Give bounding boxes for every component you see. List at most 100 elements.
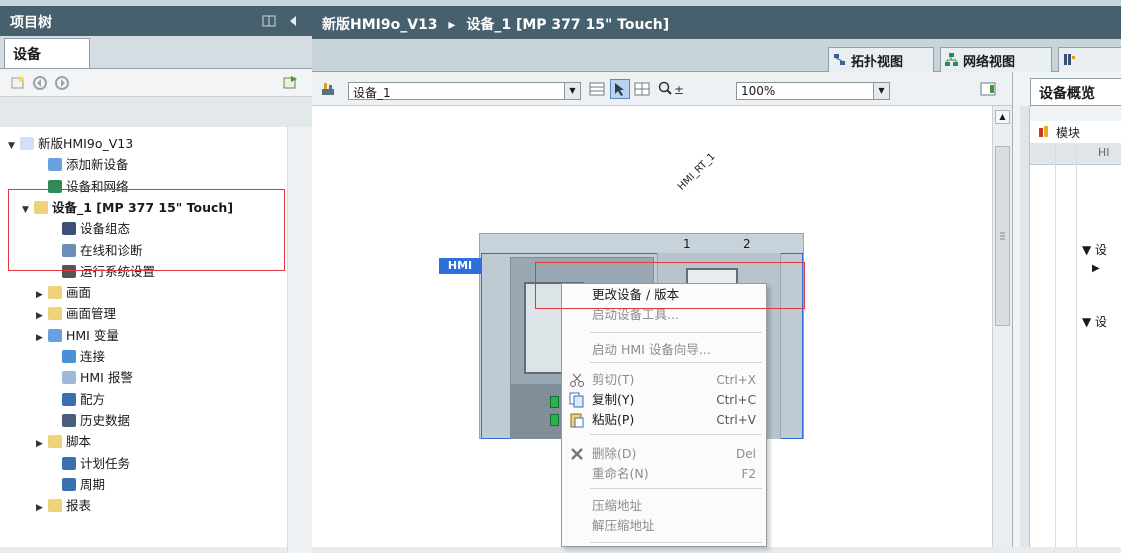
- menu-item[interactable]: 粘贴(P): [592, 410, 634, 430]
- module-icon: [1038, 125, 1052, 141]
- tree-item[interactable]: ▶ 脚本: [36, 431, 91, 452]
- overview-row[interactable]: ▼ 设: [1082, 313, 1107, 330]
- hmi-badge: HMI: [439, 258, 481, 274]
- zoom-value: 100%: [741, 84, 776, 98]
- menu-item[interactable]: 解压缩地址: [592, 516, 655, 536]
- scrollbar-thumb[interactable]: [995, 146, 1010, 326]
- tree-item[interactable]: ▶ 画面: [36, 282, 91, 303]
- menu-item[interactable]: 复制(Y): [592, 390, 634, 410]
- tree-item-label: 配方: [80, 391, 106, 407]
- tree-item[interactable]: 配方: [50, 389, 105, 410]
- tree-item-label: 新版HMI9o_V13: [38, 136, 134, 151]
- tab-device-overview[interactable]: 设备概览: [1030, 78, 1121, 106]
- overview-row[interactable]: ▶: [1092, 263, 1100, 274]
- zoom-icon[interactable]: ±: [658, 81, 688, 97]
- overview-row[interactable]: ▼ 设: [1082, 241, 1107, 258]
- tab-network-label: 网络视图: [963, 55, 1016, 70]
- tab-network-view[interactable]: 网络视图: [940, 47, 1052, 72]
- tree-item[interactable]: 连接: [50, 346, 105, 367]
- history-icon: [62, 413, 76, 427]
- ethernet-port[interactable]: [550, 396, 559, 408]
- screen-management-icon: [48, 307, 62, 321]
- tree-item-label: 计划任务: [80, 455, 131, 471]
- zoom-combo[interactable]: 100% ▼: [736, 82, 890, 100]
- cut-icon: [569, 372, 585, 388]
- tab-device-view[interactable]: [1058, 47, 1121, 72]
- chevron-left-icon[interactable]: [288, 15, 302, 27]
- slot-number-1: 1: [683, 237, 691, 251]
- collapsed-arrow-icon[interactable]: ▶: [36, 328, 48, 349]
- tab-devices[interactable]: 设备: [4, 38, 90, 68]
- breadcrumb-separator: ▸: [448, 17, 456, 33]
- report-icon: [48, 499, 62, 513]
- table-view-icon[interactable]: [589, 81, 605, 97]
- collapse-panel-icon[interactable]: [262, 15, 276, 27]
- tree-item[interactable]: ▼ 新版HMI9o_V13: [8, 133, 133, 154]
- menu-separator: [590, 542, 762, 543]
- tree-side-column: [287, 127, 312, 553]
- project-tree-title: 项目树: [10, 15, 52, 31]
- device-combo[interactable]: 设备_1 ▼: [348, 82, 581, 100]
- recipe-icon: [62, 392, 76, 406]
- collapsed-arrow-icon[interactable]: ▶: [36, 498, 48, 519]
- device-select-icon[interactable]: [320, 81, 336, 97]
- menu-shortcut: Ctrl+C: [716, 393, 756, 407]
- network-view-icon: [945, 53, 958, 66]
- tree-item[interactable]: 周期: [50, 474, 105, 495]
- overview-column-divider: [1055, 143, 1056, 547]
- tree-header-band: [0, 97, 312, 127]
- slot-number-2: 2: [743, 237, 751, 251]
- menu-item[interactable]: 启动 HMI 设备向导...: [592, 340, 711, 360]
- menu-item[interactable]: 删除(D): [592, 444, 636, 464]
- tree-item-label: 画面管理: [66, 306, 117, 322]
- project-tree-tabs: 设备: [0, 36, 312, 69]
- project-tree-panel: 项目树 设备 ▼ 新版HMI9o_V13 添加新设备 设备和网络 ▼ 设备_1 [MP 3…: [0, 6, 312, 553]
- editor-toolbar: 设备_1 ▼ ± 100% ▼: [312, 72, 1012, 106]
- panel-toggle-icon[interactable]: [980, 81, 996, 97]
- add-device-icon: [48, 158, 62, 172]
- cycle-icon: [62, 477, 76, 491]
- view-tabs-bar: 拓扑视图 网络视图: [312, 39, 1121, 72]
- highlight-box-device: [8, 189, 285, 271]
- menu-separator: [590, 434, 762, 435]
- delete-icon: [569, 446, 585, 462]
- ethernet-port[interactable]: [550, 414, 559, 426]
- tree-item[interactable]: ▶ HMI 变量: [36, 325, 119, 346]
- connection-icon: [62, 350, 76, 363]
- menu-shortcut: F2: [741, 467, 756, 481]
- pointer-tool-icon[interactable]: [610, 79, 630, 99]
- folder-icon: [48, 286, 62, 300]
- expand-arrow-icon[interactable]: ▼: [8, 136, 20, 157]
- project-icon: [20, 137, 34, 150]
- tree-item[interactable]: HMI 报警: [50, 367, 133, 388]
- tree-item-label: 历史数据: [80, 412, 131, 428]
- tree-item[interactable]: 计划任务: [50, 453, 130, 474]
- overview-splitter[interactable]: [1020, 106, 1030, 547]
- breadcrumb-device[interactable]: 设备_1 [MP 377 15" Touch]: [466, 17, 669, 33]
- new-folder-icon[interactable]: [10, 75, 26, 91]
- menu-item[interactable]: 重命名(N): [592, 464, 649, 484]
- grid-icon[interactable]: [634, 81, 650, 97]
- tree-item[interactable]: 添加新设备: [36, 154, 129, 175]
- tree-item[interactable]: ▶ 报表: [36, 495, 91, 516]
- tree-item-label: 周期: [80, 476, 106, 492]
- zoom-dropdown-icon[interactable]: ▼: [873, 83, 889, 99]
- open-editor-icon[interactable]: [282, 75, 298, 91]
- menu-item[interactable]: 压缩地址: [592, 496, 642, 516]
- canvas-scrollbar[interactable]: ▲: [992, 106, 1012, 547]
- collapsed-arrow-icon[interactable]: ▶: [36, 434, 48, 455]
- tree-item[interactable]: 历史数据: [50, 410, 130, 431]
- tree-item[interactable]: ▶ 画面管理: [36, 303, 116, 324]
- menu-shortcut: Ctrl+V: [716, 413, 756, 427]
- device-combo-value: 设备_1: [353, 86, 391, 100]
- topology-icon: [833, 53, 846, 66]
- menu-item[interactable]: 剪切(T): [592, 370, 634, 390]
- back-icon[interactable]: [32, 75, 48, 91]
- context-menu: 更改设备 / 版本 启动设备工具... 启动 HMI 设备向导... 剪切(T) Ctr…: [561, 283, 767, 547]
- chevron-down-icon[interactable]: ▼: [564, 83, 580, 99]
- project-tree-title-bar: 项目树: [0, 6, 312, 36]
- tab-topology-view[interactable]: 拓扑视图: [828, 47, 934, 72]
- breadcrumb-project[interactable]: 新版HMI9o_V13: [322, 17, 438, 33]
- scroll-up-icon[interactable]: ▲: [995, 110, 1010, 124]
- forward-icon[interactable]: [54, 75, 70, 91]
